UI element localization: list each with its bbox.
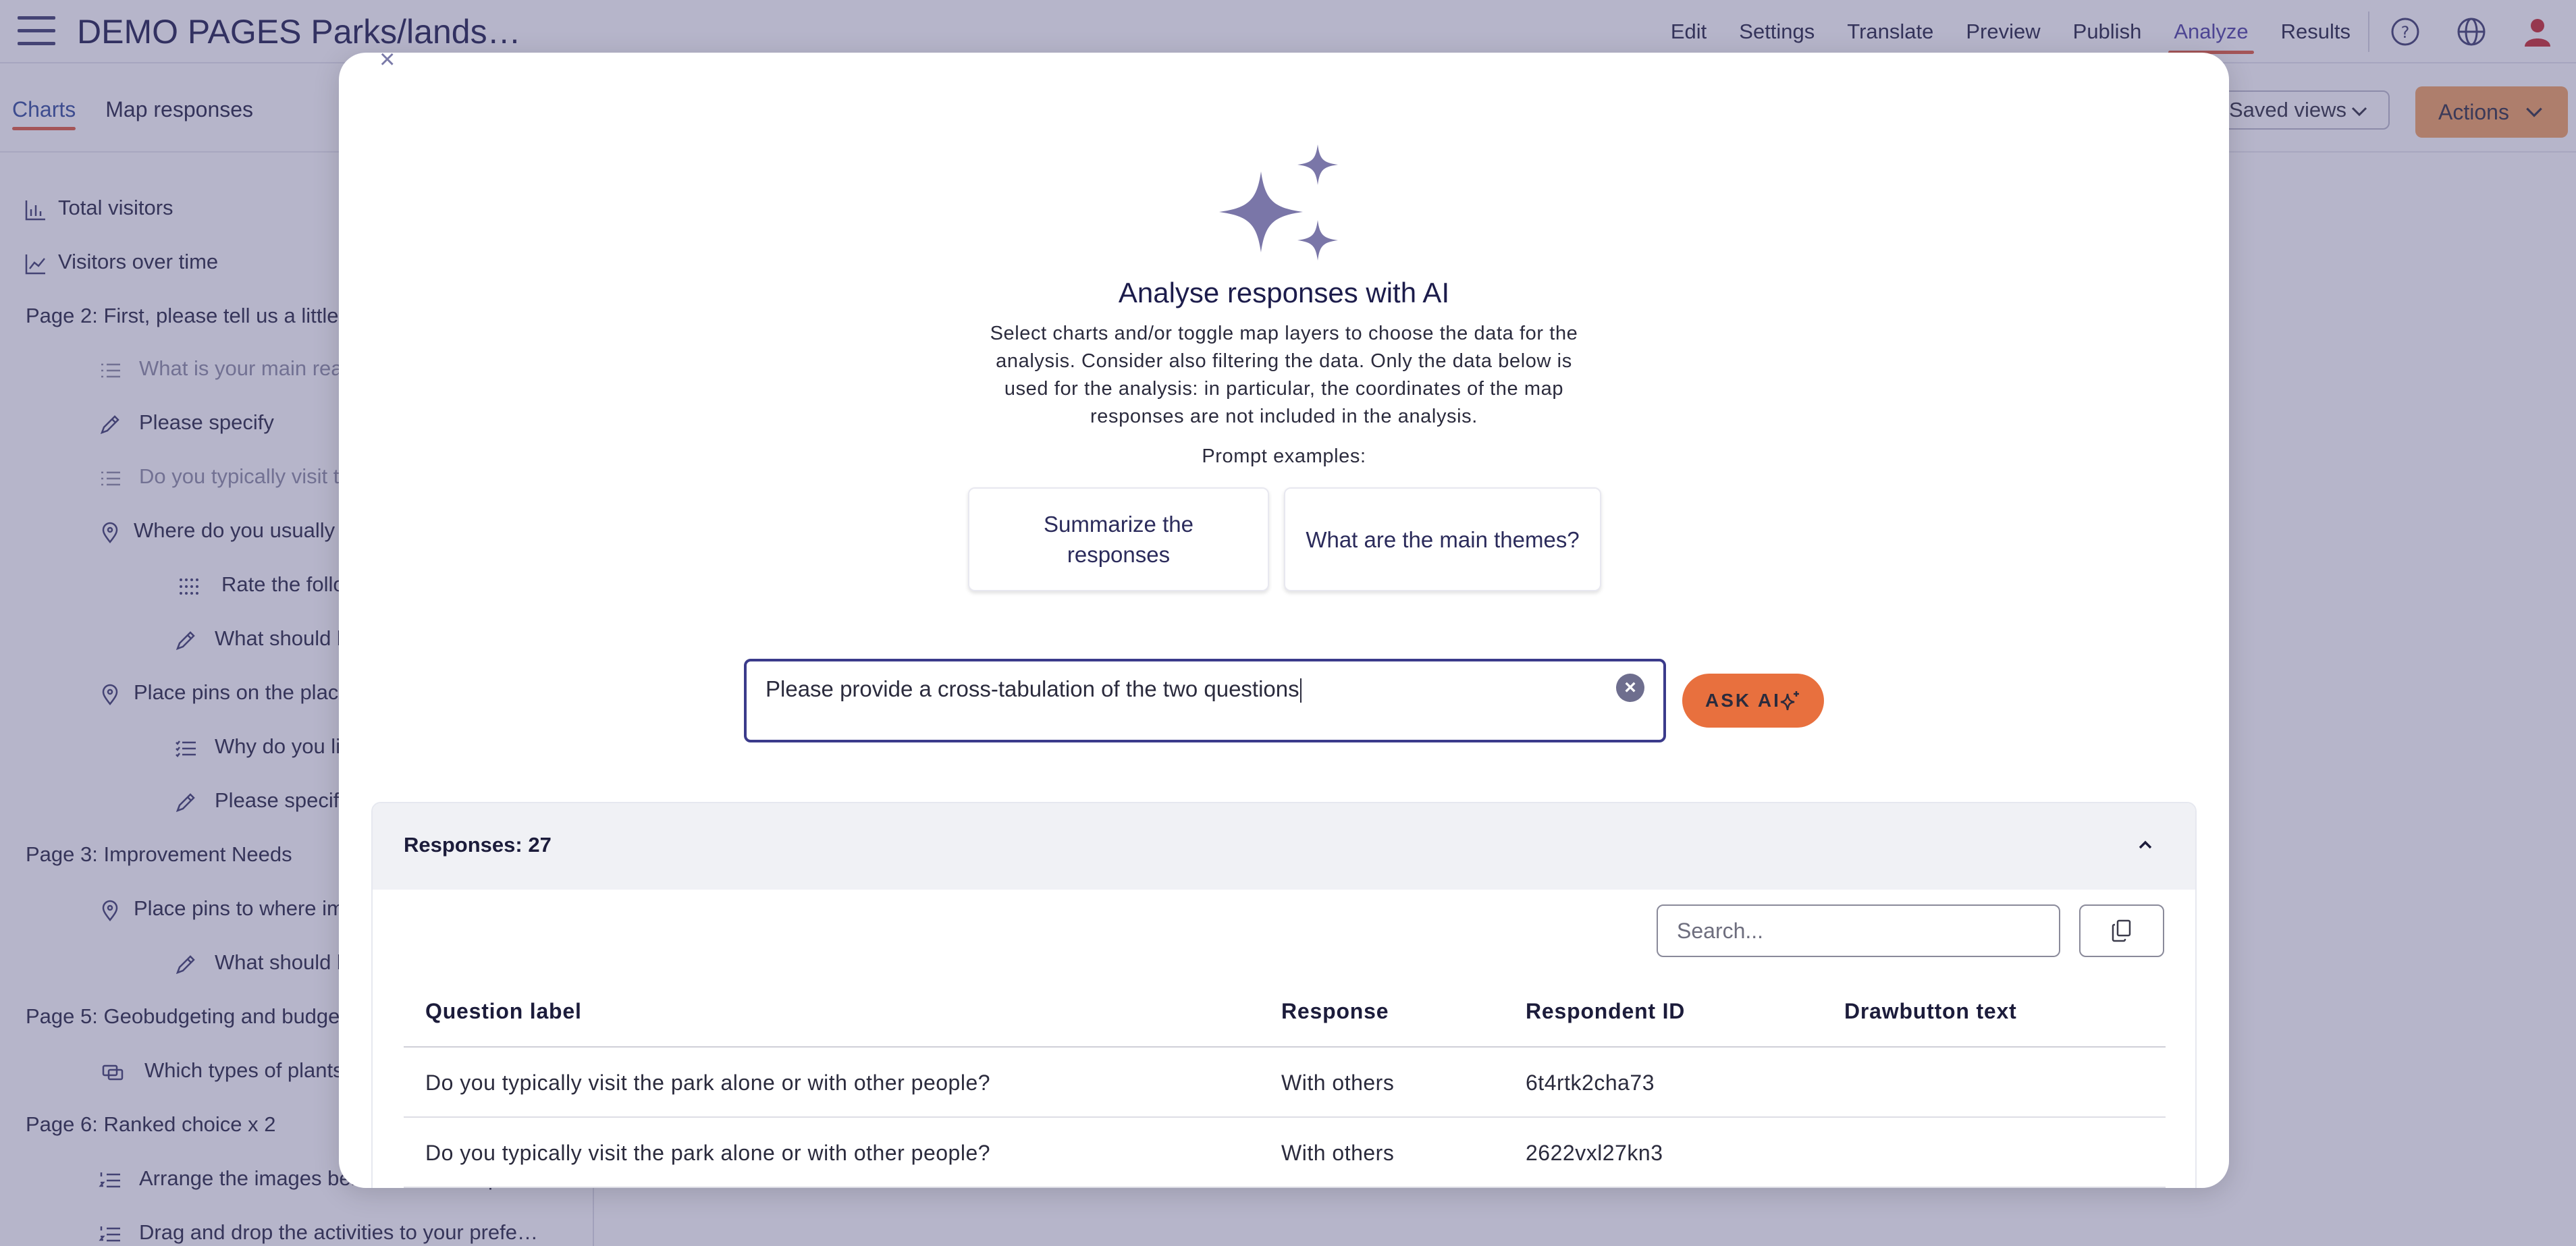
cell-question-label: Do you typically visit the park alone or… [425,1141,991,1165]
ai-analysis-modal: × Analyse responses with AI Select chart… [339,53,2229,1188]
cell-question-label: Do you typically visit the park alone or… [425,1071,991,1095]
search-placeholder: Search... [1677,919,1764,943]
cell-response: With others [1281,1141,1395,1165]
prompt-example-label: What are the main themes? [1306,526,1580,552]
ask-ai-button[interactable]: ASK AI [1682,674,1824,728]
column-header[interactable]: Response [1281,976,1389,1046]
prompt-example-summarize[interactable]: Summarize the responses [968,487,1269,591]
responses-table: Question label Response Respondent ID Dr… [404,976,2166,1188]
responses-panel: Responses: 27 Search... Question label R… [371,802,2197,1188]
ask-ai-label: ASK AI [1705,690,1781,711]
modal-title: Analyse responses with AI [1118,277,1450,308]
table-header-row: Question label Response Respondent ID Dr… [404,976,2166,1048]
table-row: Do you typically visit the park alone or… [404,1048,2166,1118]
column-header[interactable]: Question label [425,976,582,1046]
column-header[interactable]: Respondent ID [1526,976,1685,1046]
prompt-example-label: Summarize the responses [1044,512,1193,567]
responses-header[interactable]: Responses: 27 [373,803,2195,890]
cell-respondent-id: 2622vxl27kn3 [1526,1141,1663,1165]
text-cursor [1299,678,1302,703]
responses-count: Responses: 27 [404,833,552,857]
prompt-example-themes[interactable]: What are the main themes? [1284,487,1601,591]
sparkles-icon [1780,691,1799,711]
prompt-examples-label: Prompt examples: [1202,445,1366,467]
cell-respondent-id: 6t4rtk2cha73 [1526,1071,1655,1095]
sparkles-icon [1219,144,1338,261]
ai-prompt-text: Please provide a cross-tabulation of the… [766,676,1299,701]
modal-description: Select charts and/or toggle map layers t… [990,323,1578,427]
chevron-up-icon[interactable] [2135,834,2156,856]
table-row: Do you typically visit the park alone or… [404,1118,2166,1188]
cell-response: With others [1281,1071,1395,1095]
copy-button[interactable] [2079,904,2164,957]
close-icon[interactable]: × [379,53,395,75]
search-input[interactable]: Search... [1657,904,2060,957]
ai-prompt-input[interactable]: Please provide a cross-tabulation of the… [744,659,1666,742]
column-header[interactable]: Drawbutton text [1844,976,2017,1046]
clear-input-icon[interactable]: × [1616,674,1644,702]
copy-icon [2112,919,2131,942]
